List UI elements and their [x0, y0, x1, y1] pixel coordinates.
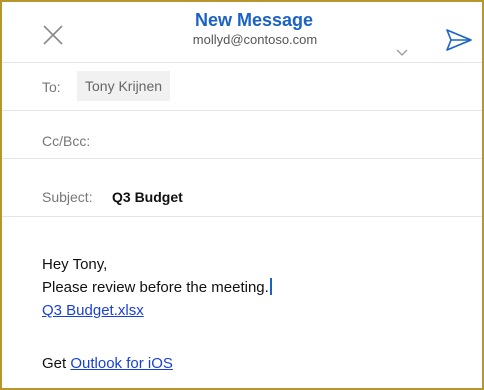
text-cursor	[269, 278, 272, 295]
subject-label: Subject:	[42, 189, 93, 205]
attachment-line: Q3 Budget.xlsx	[42, 302, 144, 319]
title-block: New Message mollyd@contoso.com	[2, 10, 482, 48]
compose-header: New Message mollyd@contoso.com	[2, 2, 482, 63]
page-title: New Message	[194, 10, 314, 30]
signature-line: Get Outlook for iOS	[42, 355, 173, 372]
message-line: Please review before the meeting.	[42, 278, 272, 296]
to-field[interactable]: To: Tony Krijnen	[2, 63, 482, 111]
chevron-down-icon[interactable]	[396, 44, 408, 56]
attachment-link[interactable]: Q3 Budget.xlsx	[42, 302, 144, 319]
message-body[interactable]: Hey Tony, Please review before the meeti…	[2, 218, 482, 388]
send-icon[interactable]	[445, 28, 473, 52]
greeting-text: Hey Tony,	[42, 256, 108, 273]
cc-bcc-label: Cc/Bcc:	[42, 133, 91, 149]
to-label: To:	[42, 79, 61, 95]
cc-bcc-field[interactable]: Cc/Bcc:	[2, 111, 482, 159]
compose-window: New Message mollyd@contoso.com To: Tony …	[0, 0, 484, 390]
message-text: Please review before the meeting.	[42, 279, 269, 296]
signature-link[interactable]: Outlook for iOS	[70, 355, 173, 372]
recipient-chip[interactable]: Tony Krijnen	[77, 71, 171, 101]
account-email[interactable]: mollyd@contoso.com	[28, 32, 482, 48]
subject-field[interactable]: Subject: Q3 Budget	[2, 159, 482, 217]
subject-input[interactable]: Q3 Budget	[112, 189, 183, 205]
signature-prefix: Get	[42, 355, 67, 372]
